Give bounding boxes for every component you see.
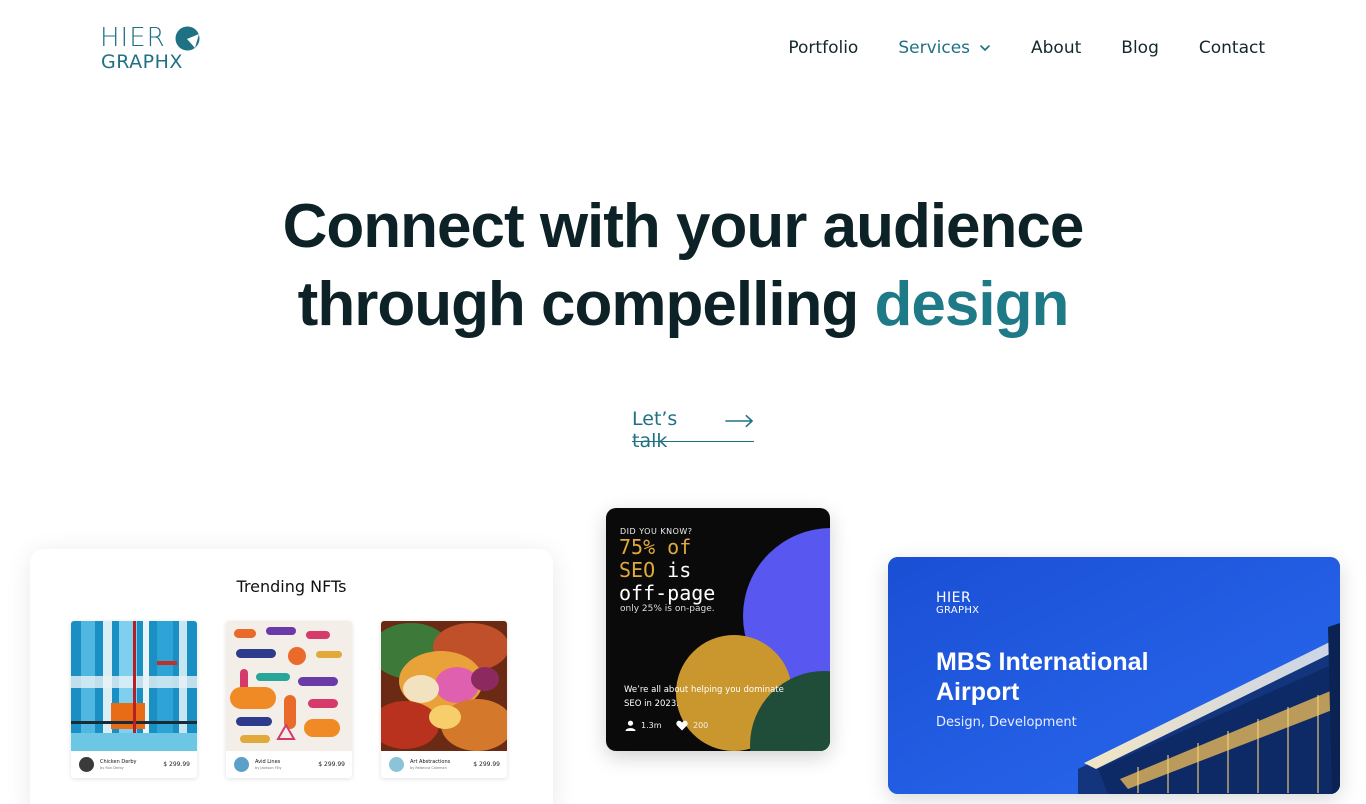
nft-author: by Rebecca Coleman [410, 766, 447, 770]
likes-count: 200 [693, 721, 709, 730]
user-icon [625, 720, 636, 731]
nft-name: Art Abstractions [410, 759, 451, 765]
seo-line-2-rest: is [655, 558, 692, 582]
airport-project-card[interactable]: HIER GRAPHX MBS International Airport De… [888, 557, 1340, 794]
hero-heading: Connect with your audience through compe… [0, 188, 1366, 344]
followers-stat: 1.3m [625, 720, 662, 731]
trending-nfts-card[interactable]: Trending NFTs Chicken Derby by Ron Derby… [30, 549, 553, 804]
nft-item[interactable]: Art Abstractions by Rebecca Coleman $ 29… [381, 621, 507, 778]
nft-name: Avid Lines [255, 759, 281, 765]
nav-portfolio[interactable]: Portfolio [788, 38, 858, 58]
nav-contact[interactable]: Contact [1199, 38, 1265, 58]
nft-name: Chicken Derby [100, 759, 137, 765]
seo-body-text: We’re all about helping you dominate SEO… [624, 685, 784, 709]
seo-line-1: 75% of [619, 535, 692, 559]
nft-item[interactable]: Chicken Derby by Ron Derby $ 299.99 [71, 621, 197, 778]
lets-talk-label: Let’s talk [632, 408, 678, 452]
nft-card-title: Trending NFTs [236, 577, 347, 596]
seo-line-2-accent: SEO [619, 558, 656, 582]
nft-price: $ 299.99 [318, 761, 345, 768]
nft-price: $ 299.99 [163, 761, 190, 768]
nft-artwork-image [226, 621, 352, 751]
hero-line-1: Connect with your audience [282, 192, 1085, 261]
hero-accent-word: design [874, 270, 1070, 339]
lets-talk-button[interactable]: Let’s talk [632, 408, 754, 452]
seo-line-2: SEO is [619, 559, 691, 581]
chevron-down-icon [980, 45, 990, 51]
logo-text-top: HIER [100, 23, 166, 53]
airport-card-logo: HIER GRAPHX [936, 591, 979, 617]
nft-artwork-image [381, 621, 507, 751]
logo-mark-icon [175, 26, 200, 51]
seo-post-card[interactable]: DID YOU KNOW? 75% of SEO is off-page onl… [606, 508, 830, 751]
nav-about[interactable]: About [1031, 38, 1081, 58]
airport-logo-bottom: GRAPHX [936, 605, 980, 616]
airport-logo-top: HIER [936, 590, 972, 606]
airport-project-services: Design, Development [936, 715, 1077, 730]
nav-blog[interactable]: Blog [1121, 38, 1159, 58]
airport-project-title: MBS International Airport [936, 648, 1149, 706]
avatar [234, 757, 249, 772]
seo-line-3: off-page [619, 581, 716, 605]
avatar [79, 757, 94, 772]
nft-author: by Ron Derby [100, 766, 124, 770]
nft-artwork-image [71, 621, 197, 751]
nft-meta: Art Abstractions by Rebecca Coleman $ 29… [381, 751, 507, 778]
likes-stat: 200 [676, 720, 708, 731]
nft-meta: Chicken Derby by Ron Derby $ 299.99 [71, 751, 197, 778]
site-logo[interactable]: HIER GRAPHX [100, 24, 210, 74]
hero-line-2: through compelling [297, 270, 875, 339]
main-nav: Portfolio Services About Blog Contact [748, 36, 1265, 60]
arrow-right-icon [725, 414, 753, 428]
nft-item[interactable]: Avid Lines by Jackson Filly $ 299.99 [226, 621, 352, 778]
followers-count: 1.3m [641, 721, 662, 730]
heart-icon [676, 720, 688, 731]
nft-price: $ 299.99 [473, 761, 500, 768]
seo-subline: only 25% is on-page. [620, 604, 715, 614]
avatar [389, 757, 404, 772]
logo-text-bottom: GRAPHX [101, 51, 183, 73]
nft-meta: Avid Lines by Jackson Filly $ 299.99 [226, 751, 352, 778]
nav-services[interactable]: Services [898, 38, 991, 58]
nav-services-label: Services [898, 38, 971, 58]
nft-author: by Jackson Filly [255, 766, 282, 770]
